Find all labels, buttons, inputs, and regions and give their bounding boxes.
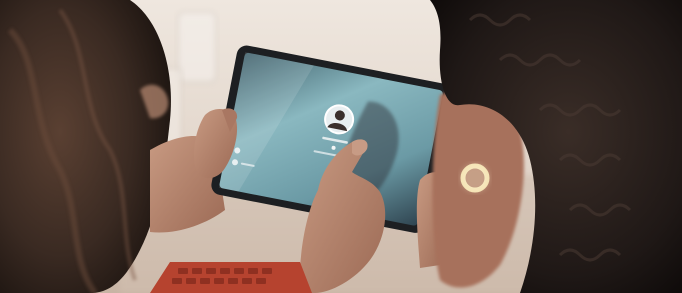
photo-scene bbox=[0, 0, 682, 293]
photo-illustration bbox=[0, 0, 682, 293]
glass-left bbox=[177, 11, 217, 83]
keyboard bbox=[150, 262, 312, 293]
